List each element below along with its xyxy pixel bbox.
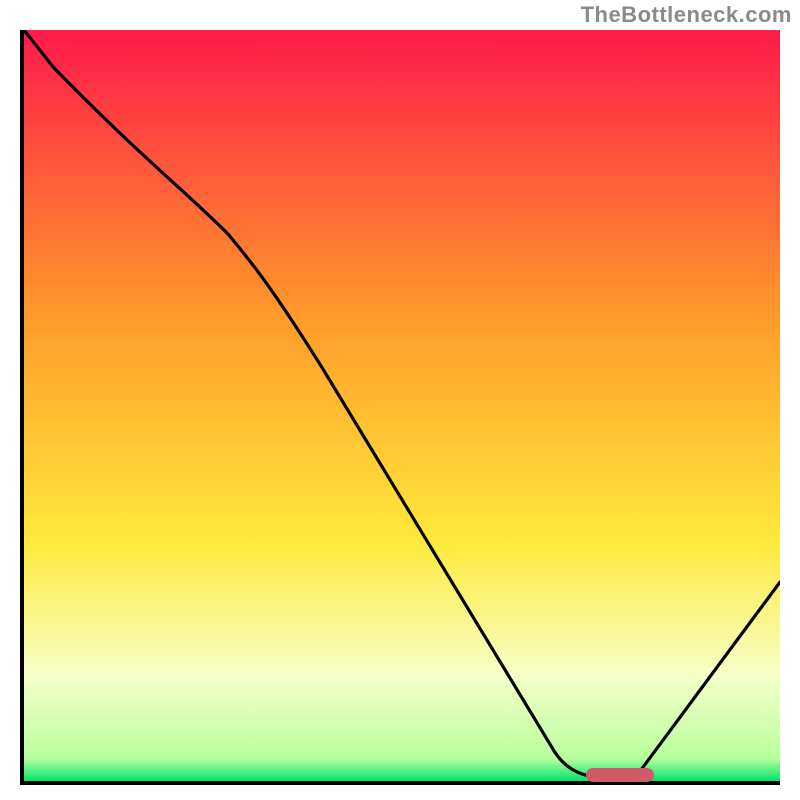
watermark-text: TheBottleneck.com [581,2,792,28]
optimal-range-marker [586,768,654,782]
chart-area [20,30,780,785]
bottleneck-curve [24,30,780,781]
